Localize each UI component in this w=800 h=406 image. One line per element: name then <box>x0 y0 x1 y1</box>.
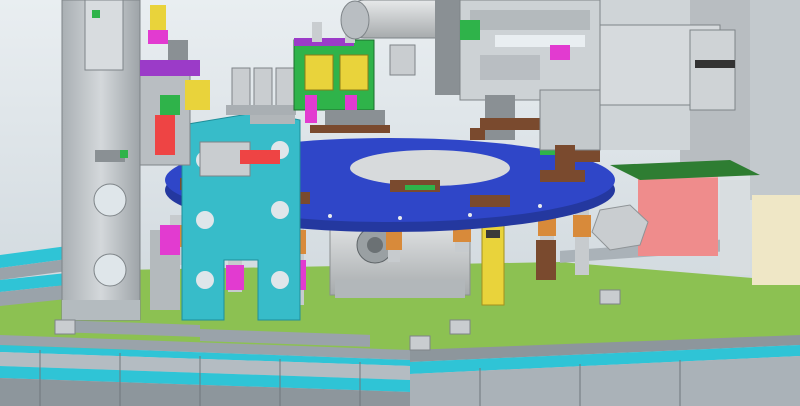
cad-scene <box>0 0 800 406</box>
pink-block <box>638 168 718 256</box>
fixture <box>470 195 510 207</box>
column-7 <box>573 205 591 275</box>
yellow-column <box>481 214 505 306</box>
fixture <box>540 170 585 182</box>
fixture <box>405 185 435 190</box>
cylinders <box>226 67 296 115</box>
cad-viewport[interactable] <box>0 0 800 406</box>
left-column <box>61 0 141 321</box>
